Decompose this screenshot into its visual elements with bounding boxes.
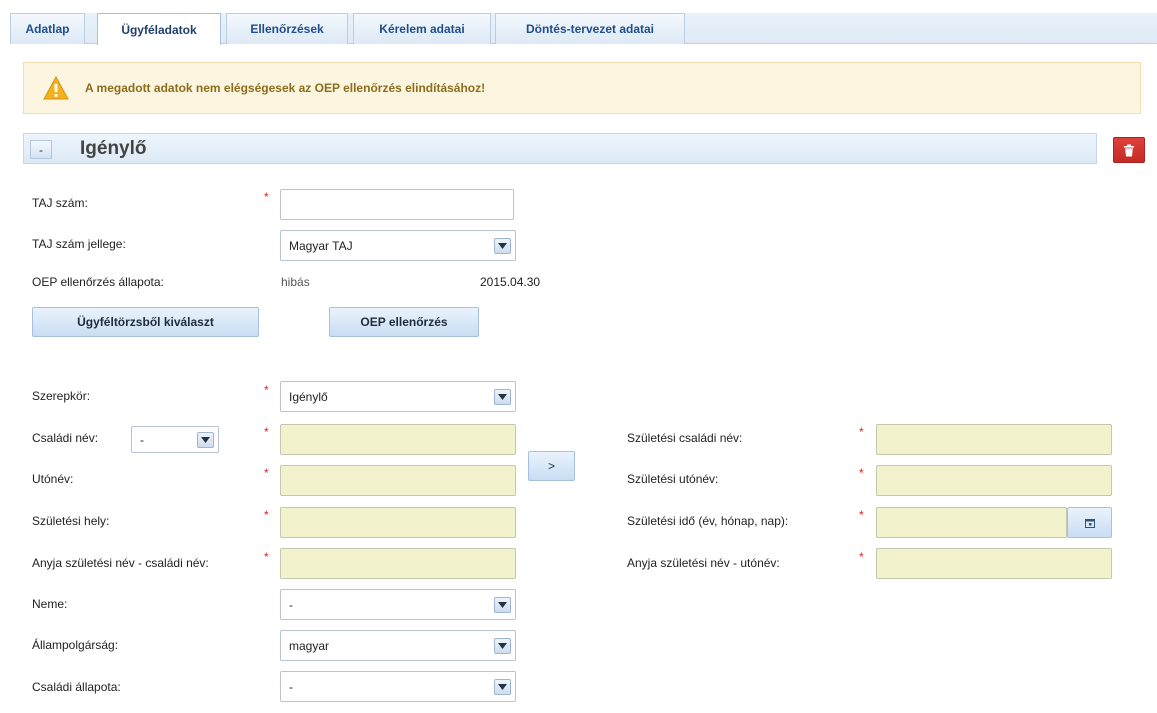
warning-icon — [43, 76, 69, 100]
marital-status-select[interactable]: - — [280, 671, 516, 702]
marital-status-value: - — [289, 679, 293, 694]
required-mark: * — [264, 550, 269, 564]
select-client-button[interactable]: Ügyféltörzsből kiválaszt — [32, 307, 259, 337]
tab-ellenorzesek[interactable]: Ellenőrzések — [226, 13, 348, 44]
tab-adatlap[interactable]: Adatlap — [10, 13, 85, 44]
chevron-down-icon — [197, 432, 214, 448]
citizenship-select[interactable]: magyar — [280, 630, 516, 661]
chevron-down-icon — [494, 638, 511, 654]
given-name-label: Utónév: — [32, 472, 74, 486]
chevron-down-icon — [494, 597, 511, 613]
required-mark: * — [859, 425, 864, 439]
required-mark: * — [264, 508, 269, 522]
trash-icon — [1124, 144, 1134, 156]
date-picker-button[interactable] — [1067, 507, 1112, 538]
family-name-prefix-value: - — [140, 432, 144, 447]
role-value: Igénylő — [289, 389, 328, 404]
oep-check-button[interactable]: OEP ellenőrzés — [329, 307, 479, 337]
oep-status-date: 2015.04.30 — [480, 275, 541, 289]
section-header: - Igénylő — [23, 133, 1097, 164]
collapse-button[interactable]: - — [30, 140, 52, 159]
birth-place-input[interactable] — [280, 507, 516, 538]
birth-given-name-label: Születési utónév: — [627, 472, 719, 486]
citizenship-label: Állampolgárság: — [32, 638, 119, 652]
mother-given-name-label: Anyja születési név - utónév: — [627, 556, 780, 570]
taj-type-value: Magyar TAJ — [289, 238, 353, 253]
chevron-down-icon — [494, 238, 511, 254]
marital-status-label: Családi állapota: — [32, 680, 121, 694]
family-name-prefix-select[interactable]: - — [131, 426, 219, 453]
required-mark: * — [264, 466, 269, 480]
family-name-label: Családi név: — [32, 431, 99, 445]
required-mark: * — [264, 190, 269, 204]
taj-type-select[interactable]: Magyar TAJ — [280, 230, 516, 261]
birth-date-input[interactable] — [876, 507, 1067, 538]
gender-value: - — [289, 597, 293, 612]
taj-input[interactable] — [280, 189, 514, 220]
calendar-icon — [1084, 518, 1095, 528]
taj-type-label: TAJ szám jellege: — [32, 237, 126, 251]
given-name-input[interactable] — [280, 465, 516, 496]
gender-select[interactable]: - — [280, 589, 516, 620]
gender-label: Neme: — [32, 597, 68, 611]
delete-button[interactable] — [1113, 137, 1145, 163]
birth-date-label: Születési idő (év, hónap, nap): — [627, 514, 789, 528]
mother-family-name-label: Anyja születési név - családi név: — [32, 556, 209, 570]
birth-family-name-label: Születési családi név: — [627, 431, 743, 445]
required-mark: * — [264, 383, 269, 397]
tab-bar: Adatlap Ügyféladatok Ellenőrzések Kérele… — [0, 0, 1157, 45]
citizenship-value: magyar — [289, 638, 330, 653]
oep-status-value: hibás — [281, 275, 310, 289]
chevron-down-icon — [494, 389, 511, 405]
oep-status-label: OEP ellenőrzés állapota: — [32, 275, 164, 289]
required-mark: * — [859, 466, 864, 480]
warning-banner: A megadott adatok nem elégségesek az OEP… — [23, 62, 1141, 114]
birth-given-name-input[interactable] — [876, 465, 1112, 496]
required-mark: * — [859, 508, 864, 522]
chevron-down-icon — [494, 679, 511, 695]
warning-message: A megadott adatok nem elégségesek az OEP… — [85, 81, 486, 95]
tab-kerelem-adatai[interactable]: Kérelem adatai — [353, 13, 491, 44]
required-mark: * — [264, 425, 269, 439]
taj-label: TAJ szám: — [32, 196, 88, 210]
tab-ugyfeladatok[interactable]: Ügyféladatok — [97, 13, 221, 45]
copy-to-birth-name-button[interactable]: > — [528, 451, 575, 481]
family-name-input[interactable] — [280, 424, 516, 455]
section-title: Igénylő — [80, 138, 147, 159]
mother-family-name-input[interactable] — [280, 548, 516, 579]
role-select[interactable]: Igénylő — [280, 381, 516, 412]
role-label: Szerepkör: — [32, 389, 91, 403]
birth-place-label: Születési hely: — [32, 514, 110, 528]
birth-family-name-input[interactable] — [876, 424, 1112, 455]
required-mark: * — [859, 550, 864, 564]
tab-dontes-tervezet-adatai[interactable]: Döntés-tervezet adatai — [495, 13, 685, 44]
mother-given-name-input[interactable] — [876, 548, 1112, 579]
